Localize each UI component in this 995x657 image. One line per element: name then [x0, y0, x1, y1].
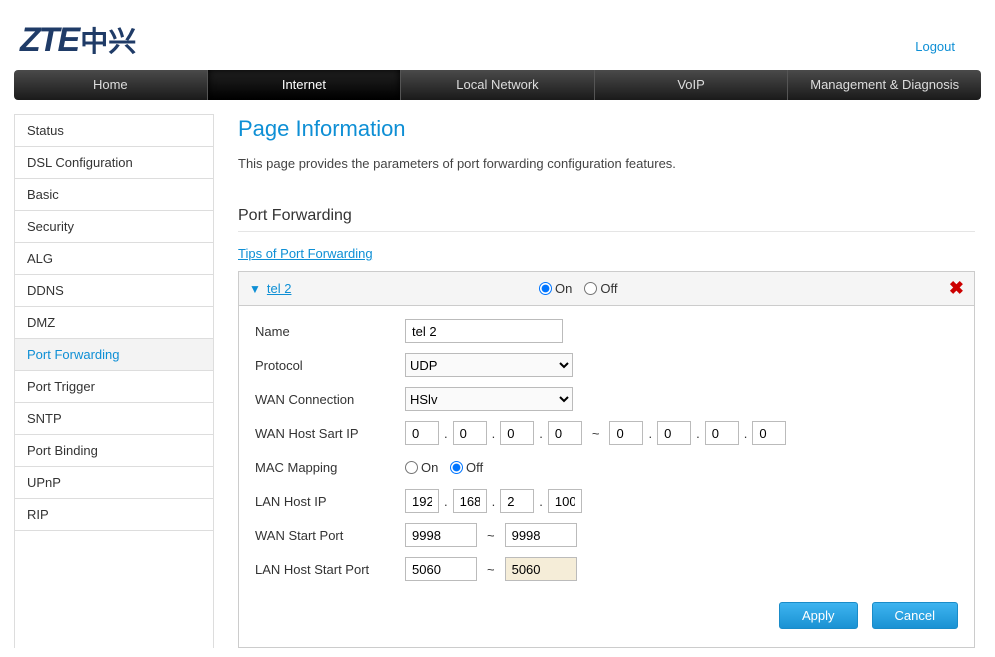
name-label: Name: [255, 324, 405, 339]
nav-management-diagnosis[interactable]: Management & Diagnosis: [788, 70, 981, 100]
delete-rule-icon[interactable]: ✖: [949, 278, 964, 299]
collapse-icon[interactable]: ▼: [249, 282, 261, 296]
rule-enable-off-radio[interactable]: [584, 282, 597, 295]
lan-host-start-port-input[interactable]: [405, 557, 477, 581]
rule-header: ▼ tel 2 On Off ✖: [239, 272, 974, 306]
top-nav: Home Internet Local Network VoIP Managem…: [14, 70, 981, 100]
lan-host-ip-4[interactable]: [548, 489, 582, 513]
wan-host-start-ip-1[interactable]: [405, 421, 439, 445]
mac-mapping-on-radio[interactable]: [405, 461, 418, 474]
sidebar-item-sntp[interactable]: SNTP: [15, 403, 213, 435]
wan-host-end-ip-3[interactable]: [705, 421, 739, 445]
sidebar-item-ddns[interactable]: DDNS: [15, 275, 213, 307]
sidebar-item-rip[interactable]: RIP: [15, 499, 213, 531]
wan-host-start-ip-label: WAN Host Sart IP: [255, 426, 405, 441]
wan-host-start-ip-4[interactable]: [548, 421, 582, 445]
sidebar-item-status[interactable]: Status: [15, 115, 213, 147]
name-input[interactable]: [405, 319, 563, 343]
mac-mapping-on[interactable]: On: [405, 460, 438, 475]
mac-mapping-off[interactable]: Off: [450, 460, 483, 475]
lan-host-end-port-input[interactable]: [505, 557, 577, 581]
wan-host-start-ip-3[interactable]: [500, 421, 534, 445]
lan-host-start-port-label: LAN Host Start Port: [255, 562, 405, 577]
logo-text-cn: 中兴: [80, 20, 136, 60]
sidebar-item-dsl-configuration[interactable]: DSL Configuration: [15, 147, 213, 179]
nav-voip[interactable]: VoIP: [595, 70, 789, 100]
logo-text-main: ZTE: [20, 21, 78, 60]
wan-start-port-input[interactable]: [405, 523, 477, 547]
nav-local-network[interactable]: Local Network: [401, 70, 595, 100]
wan-connection-select[interactable]: HSlv: [405, 387, 573, 411]
sidebar: Status DSL Configuration Basic Security …: [14, 114, 214, 648]
sidebar-item-upnp[interactable]: UPnP: [15, 467, 213, 499]
lan-host-ip-label: LAN Host IP: [255, 494, 405, 509]
rule-enable-radio-group: On Off: [539, 281, 617, 296]
rule-enable-off-label: Off: [600, 281, 617, 296]
rule-enable-on[interactable]: On: [539, 281, 572, 296]
lan-host-ip-3[interactable]: [500, 489, 534, 513]
sidebar-item-port-binding[interactable]: Port Binding: [15, 435, 213, 467]
rule-enable-on-label: On: [555, 281, 572, 296]
mac-mapping-on-label: On: [421, 460, 438, 475]
lan-host-ip-1[interactable]: [405, 489, 439, 513]
wan-host-end-ip-1[interactable]: [609, 421, 643, 445]
sidebar-item-port-trigger[interactable]: Port Trigger: [15, 371, 213, 403]
brand-logo: ZTE 中兴: [20, 20, 136, 60]
sidebar-item-alg[interactable]: ALG: [15, 243, 213, 275]
apply-button[interactable]: Apply: [779, 602, 858, 629]
wan-start-port-label: WAN Start Port: [255, 528, 405, 543]
page-title: Page Information: [238, 116, 975, 142]
mac-mapping-off-radio[interactable]: [450, 461, 463, 474]
nav-home[interactable]: Home: [14, 70, 208, 100]
wan-host-end-ip-2[interactable]: [657, 421, 691, 445]
protocol-label: Protocol: [255, 358, 405, 373]
rule-enable-on-radio[interactable]: [539, 282, 552, 295]
cancel-button[interactable]: Cancel: [872, 602, 958, 629]
tips-port-forwarding-link[interactable]: Tips of Port Forwarding: [238, 246, 373, 261]
wan-connection-label: WAN Connection: [255, 392, 405, 407]
mac-mapping-label: MAC Mapping: [255, 460, 405, 475]
protocol-select[interactable]: UDP: [405, 353, 573, 377]
wan-end-port-input[interactable]: [505, 523, 577, 547]
sidebar-item-port-forwarding[interactable]: Port Forwarding: [15, 339, 213, 371]
rule-box: ▼ tel 2 On Off ✖: [238, 271, 975, 648]
sidebar-item-security[interactable]: Security: [15, 211, 213, 243]
lan-host-ip-2[interactable]: [453, 489, 487, 513]
sidebar-item-dmz[interactable]: DMZ: [15, 307, 213, 339]
wan-host-start-ip-2[interactable]: [453, 421, 487, 445]
sidebar-item-basic[interactable]: Basic: [15, 179, 213, 211]
page-description: This page provides the parameters of por…: [238, 156, 975, 171]
wan-host-end-ip-4[interactable]: [752, 421, 786, 445]
logout-link[interactable]: Logout: [915, 39, 955, 54]
rule-enable-off[interactable]: Off: [584, 281, 617, 296]
section-title-port-forwarding: Port Forwarding: [238, 207, 975, 232]
mac-mapping-off-label: Off: [466, 460, 483, 475]
nav-internet[interactable]: Internet: [208, 70, 402, 100]
rule-title-link[interactable]: tel 2: [267, 281, 292, 296]
